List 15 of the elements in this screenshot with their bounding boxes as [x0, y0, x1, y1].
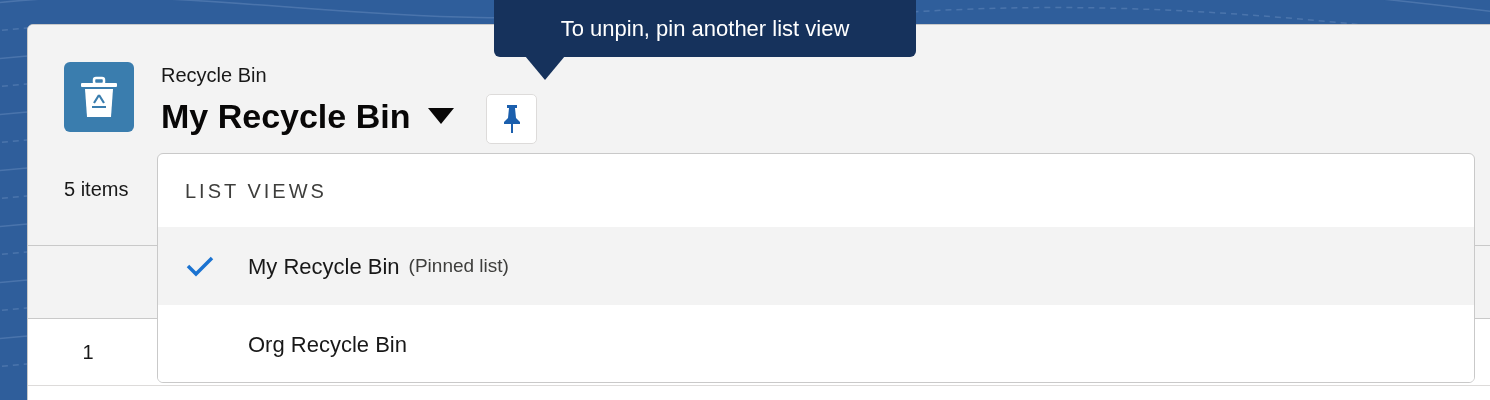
recycle-bin-icon	[64, 62, 134, 132]
list-view-selector[interactable]: My Recycle Bin	[161, 96, 455, 136]
tooltip-pointer	[525, 56, 565, 80]
menu-item-note: (Pinned list)	[408, 253, 509, 278]
row-number: 1	[81, 340, 95, 365]
caret-icon	[428, 108, 455, 124]
menu-item-label: Org Recycle Bin	[248, 330, 407, 359]
item-count: 5 items	[64, 178, 129, 200]
menu-heading: LIST VIEWS	[185, 178, 327, 204]
object-label: Recycle Bin	[161, 63, 268, 88]
menu-item[interactable]: My Recycle Bin (Pinned list)	[158, 227, 1474, 305]
pin-icon	[503, 105, 520, 133]
check-icon	[186, 255, 214, 277]
menu-item-label: My Recycle Bin	[248, 252, 400, 281]
pin-button[interactable]	[486, 94, 538, 144]
